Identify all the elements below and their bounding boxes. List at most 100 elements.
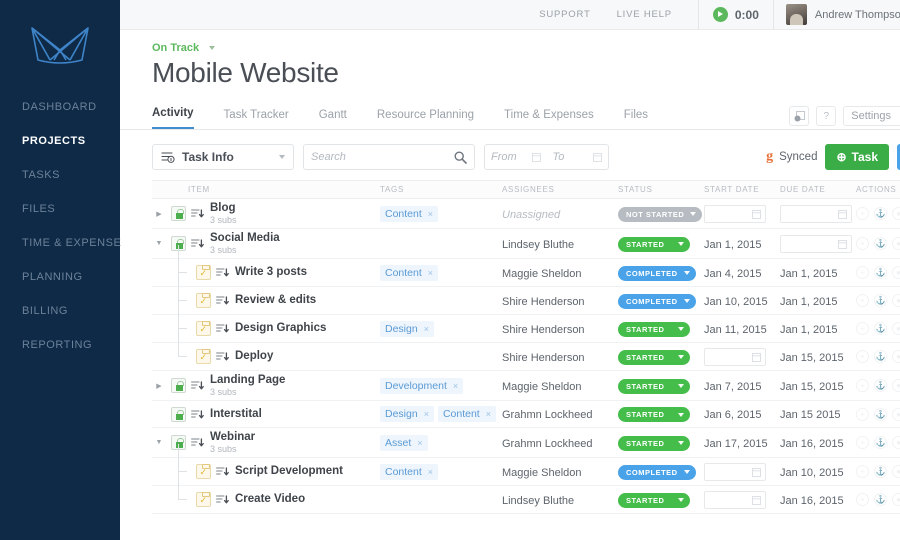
tag-chip[interactable]: Design × xyxy=(380,406,434,422)
status-badge[interactable]: STARTED xyxy=(618,236,690,252)
add-action-icon[interactable]: + xyxy=(856,237,869,250)
sidebar-item-dashboard[interactable]: DASHBOARD xyxy=(0,90,120,124)
comment-action-icon[interactable]: ● xyxy=(892,436,900,449)
live-help-link[interactable]: LIVE HELP xyxy=(617,9,672,20)
task-type-icon[interactable] xyxy=(191,380,205,391)
table-row[interactable]: Review & edits Shire Henderson COMPLETED Ja… xyxy=(152,273,900,315)
checklist-icon[interactable] xyxy=(196,463,211,479)
status-badge[interactable]: COMPLETED xyxy=(618,464,696,480)
help-icon[interactable]: ? xyxy=(816,106,837,126)
comment-action-icon[interactable]: ● xyxy=(892,493,900,506)
table-row[interactable]: Create Video Lindsey Bluthe STARTED Jan 16,… xyxy=(152,472,900,514)
status-badge[interactable]: COMPLETED xyxy=(618,265,696,281)
add-action-icon[interactable]: + xyxy=(856,266,869,279)
cell-assignee[interactable]: Lindsey Bluthe xyxy=(502,493,618,507)
status-badge[interactable]: COMPLETED xyxy=(618,293,696,309)
remove-tag-icon[interactable]: × xyxy=(453,381,458,391)
attach-action-icon[interactable]: ⚓ xyxy=(874,237,887,250)
play-icon[interactable] xyxy=(712,7,728,22)
comment-action-icon[interactable]: ● xyxy=(892,294,900,307)
task-type-icon[interactable] xyxy=(216,494,230,505)
comment-action-icon[interactable]: ● xyxy=(892,266,900,279)
add-action-icon[interactable]: + xyxy=(856,379,869,392)
settings-button[interactable]: Settings xyxy=(843,106,900,126)
add-task-button[interactable]: ⊕ Task xyxy=(825,144,889,170)
project-status-dropdown[interactable]: On Track xyxy=(152,42,900,54)
synced-indicator[interactable]: g Synced xyxy=(766,149,817,165)
search-box[interactable] xyxy=(303,144,475,170)
task-name[interactable]: Deploy xyxy=(235,350,273,363)
row-expander[interactable]: ▶ xyxy=(152,382,166,390)
task-name[interactable]: Review & edits xyxy=(235,294,316,307)
add-action-icon[interactable]: + xyxy=(856,465,869,478)
start-date-picker[interactable] xyxy=(704,204,766,223)
attach-action-icon[interactable]: ⚓ xyxy=(874,350,887,363)
add-action-icon[interactable]: + xyxy=(856,350,869,363)
task-name[interactable]: Write 3 posts xyxy=(235,266,307,279)
comment-action-icon[interactable]: ● xyxy=(892,237,900,250)
date-to-field[interactable]: To xyxy=(547,151,609,163)
task-name[interactable]: Interstital xyxy=(210,408,262,421)
sidebar-item-time-expense[interactable]: TIME & EXPENSE xyxy=(0,226,121,260)
sidebar-item-files[interactable]: FILES xyxy=(0,192,120,226)
date-from-field[interactable]: From xyxy=(485,151,547,163)
tag-chip[interactable]: Content × xyxy=(380,264,439,281)
status-badge[interactable]: STARTED xyxy=(618,492,690,508)
remove-tag-icon[interactable]: × xyxy=(486,409,491,419)
add-action-icon[interactable]: + xyxy=(856,493,869,506)
cell-assignee[interactable]: Unassigned xyxy=(502,207,618,221)
table-row[interactable]: ▶ Landing Page 3 subs Development × Maggie Sh… xyxy=(152,371,900,401)
attach-action-icon[interactable]: ⚓ xyxy=(874,379,887,392)
comment-action-icon[interactable]: ● xyxy=(892,407,900,421)
cell-assignee[interactable]: Shire Henderson xyxy=(502,350,618,364)
status-badge[interactable]: NOT STARTED xyxy=(618,206,703,222)
comment-action-icon[interactable]: ● xyxy=(892,379,900,392)
sidebar-item-projects[interactable]: PROJECTS xyxy=(0,124,120,158)
table-row[interactable]: Write 3 posts Content× Maggie Sheldon COMPL… xyxy=(152,245,900,287)
add-action-icon[interactable]: + xyxy=(856,294,869,307)
project-folder-icon[interactable] xyxy=(171,206,186,221)
task-name[interactable]: Webinar xyxy=(210,431,255,444)
task-type-icon[interactable] xyxy=(216,295,230,306)
permissions-icon[interactable] xyxy=(789,106,810,126)
search-input[interactable] xyxy=(311,151,445,163)
cell-assignee[interactable]: Lindsey Bluthe xyxy=(502,237,618,251)
user-menu[interactable]: Andrew Thompson xyxy=(785,4,900,25)
tab-resource-planning[interactable]: Resource Planning xyxy=(377,109,474,129)
table-row[interactable]: Script Development Content× Maggie Sheldon… xyxy=(152,444,900,486)
due-date-picker[interactable] xyxy=(780,204,852,223)
date-range-filter[interactable]: From To xyxy=(484,144,609,170)
comment-action-icon[interactable]: ● xyxy=(892,207,900,220)
tab-task-tracker[interactable]: Task Tracker xyxy=(224,109,289,129)
attach-action-icon[interactable]: ⚓ xyxy=(874,436,887,449)
logo-container[interactable] xyxy=(0,0,120,88)
comment-action-icon[interactable]: ● xyxy=(892,322,900,335)
remove-tag-icon[interactable]: × xyxy=(424,324,429,334)
tab-gantt[interactable]: Gantt xyxy=(319,109,347,129)
add-action-icon[interactable]: + xyxy=(856,407,869,421)
task-name[interactable]: Design Graphics xyxy=(235,322,326,335)
task-type-icon[interactable] xyxy=(216,267,230,278)
task-name[interactable]: Blog xyxy=(210,202,237,215)
start-date-picker[interactable] xyxy=(704,347,766,366)
attach-action-icon[interactable]: ⚓ xyxy=(874,207,887,220)
attach-action-icon[interactable]: ⚓ xyxy=(874,294,887,307)
task-name[interactable]: Create Video xyxy=(235,493,305,506)
start-date-picker[interactable] xyxy=(704,462,766,481)
checklist-icon[interactable] xyxy=(196,292,211,308)
cell-assignee[interactable]: Maggie Sheldon xyxy=(502,379,618,393)
comment-action-icon[interactable]: ● xyxy=(892,465,900,478)
tab-activity[interactable]: Activity xyxy=(152,107,194,129)
table-row[interactable]: ▶ Blog 3 subs Content × Unassigned NOT STARTED… xyxy=(152,199,900,229)
comment-action-icon[interactable]: ● xyxy=(892,350,900,363)
cell-assignee[interactable]: Grahmn Lockheed xyxy=(502,407,618,421)
checklist-icon[interactable] xyxy=(196,491,211,507)
add-action-icon[interactable]: + xyxy=(856,322,869,335)
table-row[interactable]: Interstital Design × Content × Grahmn Lockhee… xyxy=(152,401,900,428)
project-folder-icon[interactable] xyxy=(171,378,186,393)
status-badge[interactable]: STARTED xyxy=(618,435,690,451)
row-expander[interactable]: ▶ xyxy=(152,210,166,218)
task-type-icon[interactable] xyxy=(191,437,205,448)
sidebar-item-tasks[interactable]: TASKS xyxy=(0,158,120,192)
cell-assignee[interactable]: Shire Henderson xyxy=(502,294,618,308)
